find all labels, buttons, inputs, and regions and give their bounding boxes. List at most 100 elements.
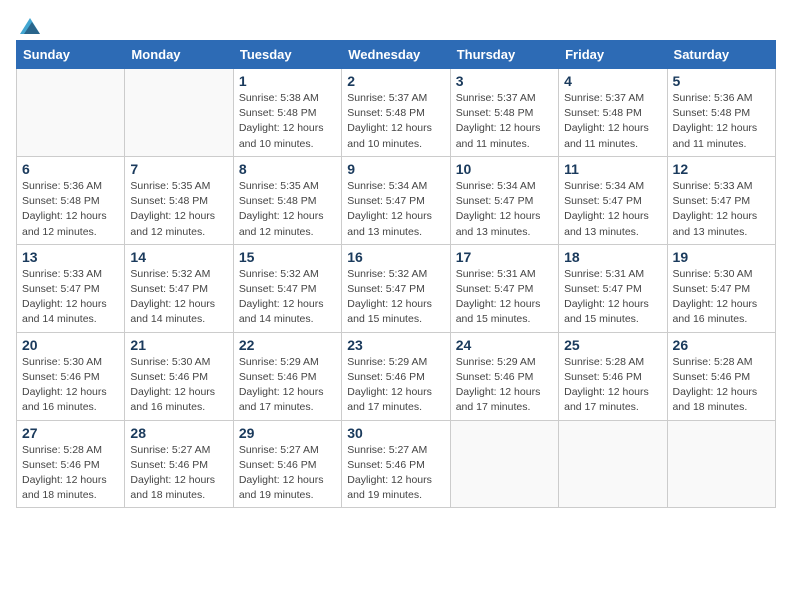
day-detail: Sunrise: 5:27 AM Sunset: 5:46 PM Dayligh… [347,443,444,504]
day-of-week-sunday: Sunday [17,41,125,69]
day-number: 22 [239,337,336,353]
day-detail: Sunrise: 5:27 AM Sunset: 5:46 PM Dayligh… [130,443,227,504]
day-number: 15 [239,249,336,265]
day-of-week-tuesday: Tuesday [233,41,341,69]
day-cell: 15 Sunrise: 5:32 AM Sunset: 5:47 PM Dayli… [233,244,341,332]
day-cell [125,69,233,157]
day-number: 12 [673,161,770,177]
day-number: 18 [564,249,661,265]
day-of-week-thursday: Thursday [450,41,558,69]
day-number: 21 [130,337,227,353]
day-cell: 8 Sunrise: 5:35 AM Sunset: 5:48 PM Daylig… [233,156,341,244]
day-cell: 10 Sunrise: 5:34 AM Sunset: 5:47 PM Dayli… [450,156,558,244]
day-number: 30 [347,425,444,441]
day-detail: Sunrise: 5:33 AM Sunset: 5:47 PM Dayligh… [673,179,770,240]
day-detail: Sunrise: 5:38 AM Sunset: 5:48 PM Dayligh… [239,91,336,152]
week-row-1: 1 Sunrise: 5:38 AM Sunset: 5:48 PM Daylig… [17,69,776,157]
day-cell: 5 Sunrise: 5:36 AM Sunset: 5:48 PM Daylig… [667,69,775,157]
day-cell: 2Sunrise: 5:37 AM Sunset: 5:48 PM Daylig… [342,69,450,157]
day-detail: Sunrise: 5:32 AM Sunset: 5:47 PM Dayligh… [347,267,444,328]
day-cell: 19 Sunrise: 5:30 AM Sunset: 5:47 PM Dayli… [667,244,775,332]
day-number: 13 [22,249,119,265]
day-detail: Sunrise: 5:36 AM Sunset: 5:48 PM Dayligh… [673,91,770,152]
day-cell: 26 Sunrise: 5:28 AM Sunset: 5:46 PM Dayli… [667,332,775,420]
header [16,16,776,32]
day-cell [559,420,667,508]
day-detail: Sunrise: 5:29 AM Sunset: 5:46 PM Dayligh… [239,355,336,416]
day-cell: 14 Sunrise: 5:32 AM Sunset: 5:47 PM Dayli… [125,244,233,332]
day-detail: Sunrise: 5:32 AM Sunset: 5:47 PM Dayligh… [239,267,336,328]
day-detail: Sunrise: 5:29 AM Sunset: 5:46 PM Dayligh… [347,355,444,416]
day-detail: Sunrise: 5:34 AM Sunset: 5:47 PM Dayligh… [347,179,444,240]
day-detail: Sunrise: 5:30 AM Sunset: 5:46 PM Dayligh… [22,355,119,416]
day-cell: 1 Sunrise: 5:38 AM Sunset: 5:48 PM Daylig… [233,69,341,157]
week-row-5: 27 Sunrise: 5:28 AM Sunset: 5:46 PM Dayli… [17,420,776,508]
day-detail: Sunrise: 5:37 AM Sunset: 5:48 PM Dayligh… [564,91,661,152]
day-detail: Sunrise: 5:36 AM Sunset: 5:48 PM Dayligh… [22,179,119,240]
day-cell [667,420,775,508]
day-number: 29 [239,425,336,441]
day-number: 9 [347,161,444,177]
day-cell: 6 Sunrise: 5:36 AM Sunset: 5:48 PM Daylig… [17,156,125,244]
day-number: 7 [130,161,227,177]
day-number: 26 [673,337,770,353]
day-number: 16 [347,249,444,265]
day-cell: 18 Sunrise: 5:31 AM Sunset: 5:47 PM Dayli… [559,244,667,332]
day-number: 27 [22,425,119,441]
day-cell: 21 Sunrise: 5:30 AM Sunset: 5:46 PM Dayli… [125,332,233,420]
day-number: 14 [130,249,227,265]
day-detail: Sunrise: 5:34 AM Sunset: 5:47 PM Dayligh… [564,179,661,240]
day-detail: Sunrise: 5:30 AM Sunset: 5:47 PM Dayligh… [673,267,770,328]
day-detail: Sunrise: 5:28 AM Sunset: 5:46 PM Dayligh… [22,443,119,504]
day-cell: 30 Sunrise: 5:27 AM Sunset: 5:46 PM Dayli… [342,420,450,508]
day-of-week-saturday: Saturday [667,41,775,69]
day-cell: 20 Sunrise: 5:30 AM Sunset: 5:46 PM Dayli… [17,332,125,420]
day-cell: 11 Sunrise: 5:34 AM Sunset: 5:47 PM Dayli… [559,156,667,244]
day-detail: Sunrise: 5:27 AM Sunset: 5:46 PM Dayligh… [239,443,336,504]
day-detail: Sunrise: 5:28 AM Sunset: 5:46 PM Dayligh… [673,355,770,416]
day-cell: 7Sunrise: 5:35 AM Sunset: 5:48 PM Daylig… [125,156,233,244]
day-detail: Sunrise: 5:35 AM Sunset: 5:48 PM Dayligh… [239,179,336,240]
day-detail: Sunrise: 5:33 AM Sunset: 5:47 PM Dayligh… [22,267,119,328]
calendar-header: SundayMondayTuesdayWednesdayThursdayFrid… [17,41,776,69]
day-detail: Sunrise: 5:37 AM Sunset: 5:48 PM Dayligh… [456,91,553,152]
week-row-3: 13 Sunrise: 5:33 AM Sunset: 5:47 PM Dayli… [17,244,776,332]
day-detail: Sunrise: 5:30 AM Sunset: 5:46 PM Dayligh… [130,355,227,416]
day-number: 11 [564,161,661,177]
day-cell: 13 Sunrise: 5:33 AM Sunset: 5:47 PM Dayli… [17,244,125,332]
day-number: 5 [673,73,770,89]
logo [16,16,42,32]
day-of-week-monday: Monday [125,41,233,69]
day-number: 2 [347,73,444,89]
day-detail: Sunrise: 5:32 AM Sunset: 5:47 PM Dayligh… [130,267,227,328]
day-number: 8 [239,161,336,177]
day-cell: 24 Sunrise: 5:29 AM Sunset: 5:46 PM Dayli… [450,332,558,420]
day-number: 1 [239,73,336,89]
day-number: 20 [22,337,119,353]
day-cell: 22 Sunrise: 5:29 AM Sunset: 5:46 PM Dayli… [233,332,341,420]
day-detail: Sunrise: 5:31 AM Sunset: 5:47 PM Dayligh… [564,267,661,328]
week-row-4: 20 Sunrise: 5:30 AM Sunset: 5:46 PM Dayli… [17,332,776,420]
day-cell: 25Sunrise: 5:28 AM Sunset: 5:46 PM Dayli… [559,332,667,420]
day-cell: 27 Sunrise: 5:28 AM Sunset: 5:46 PM Dayli… [17,420,125,508]
day-number: 6 [22,161,119,177]
day-cell [17,69,125,157]
day-of-week-friday: Friday [559,41,667,69]
day-cell: 9 Sunrise: 5:34 AM Sunset: 5:47 PM Daylig… [342,156,450,244]
day-detail: Sunrise: 5:29 AM Sunset: 5:46 PM Dayligh… [456,355,553,416]
week-row-2: 6 Sunrise: 5:36 AM Sunset: 5:48 PM Daylig… [17,156,776,244]
day-detail: Sunrise: 5:34 AM Sunset: 5:47 PM Dayligh… [456,179,553,240]
day-cell: 12 Sunrise: 5:33 AM Sunset: 5:47 PM Dayli… [667,156,775,244]
day-number: 23 [347,337,444,353]
day-cell: 23 Sunrise: 5:29 AM Sunset: 5:46 PM Dayli… [342,332,450,420]
logo-icon [18,16,42,36]
day-number: 24 [456,337,553,353]
day-number: 4 [564,73,661,89]
day-number: 10 [456,161,553,177]
day-cell: 3Sunrise: 5:37 AM Sunset: 5:48 PM Daylig… [450,69,558,157]
day-cell: 16 Sunrise: 5:32 AM Sunset: 5:47 PM Dayli… [342,244,450,332]
day-number: 28 [130,425,227,441]
day-number: 19 [673,249,770,265]
day-cell: 17Sunrise: 5:31 AM Sunset: 5:47 PM Dayli… [450,244,558,332]
day-number: 25 [564,337,661,353]
